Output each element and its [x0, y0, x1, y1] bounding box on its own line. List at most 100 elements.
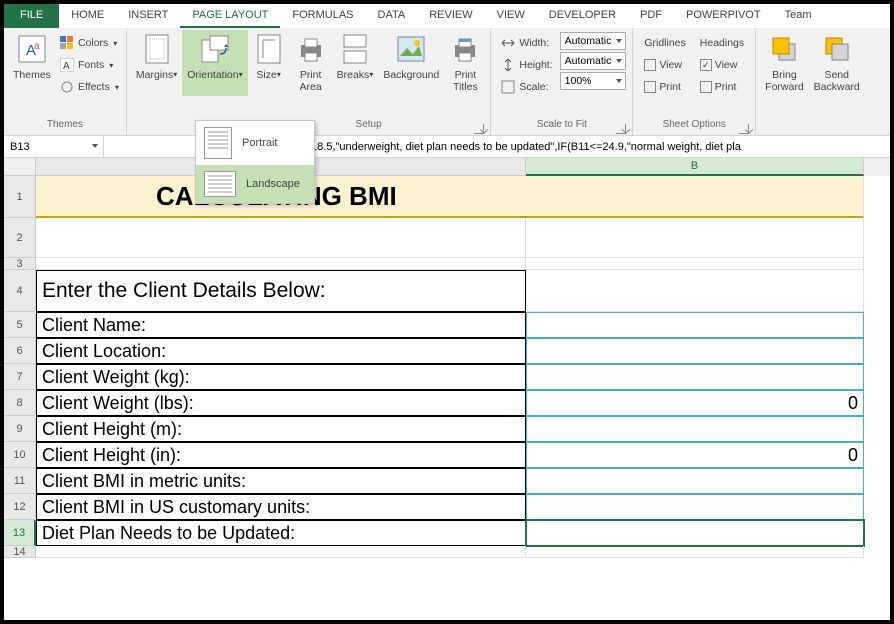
size-button[interactable]: Size▾: [248, 30, 290, 96]
breaks-button[interactable]: Breaks▾: [332, 30, 379, 96]
name-box[interactable]: B13: [4, 136, 104, 157]
orientation-dropdown: Portrait Landscape: [195, 120, 315, 204]
bring-forward-button[interactable]: Bring Forward: [760, 30, 809, 96]
row-header[interactable]: 7: [4, 364, 36, 390]
cell[interactable]: Client Weight (lbs):: [36, 390, 526, 416]
tab-powerpivot[interactable]: POWERPIVOT: [674, 4, 773, 28]
worksheet-grid[interactable]: A B 1CALCULATING BMI234Enter the Client …: [4, 158, 890, 620]
row-header[interactable]: 11: [4, 468, 36, 494]
tab-page-layout[interactable]: PAGE LAYOUT: [180, 4, 280, 28]
cell[interactable]: [526, 546, 864, 558]
cell[interactable]: [526, 258, 864, 270]
column-header-b[interactable]: B: [526, 158, 864, 176]
row-header[interactable]: 12: [4, 494, 36, 520]
row-header[interactable]: 10: [4, 442, 36, 468]
margins-icon: [141, 33, 173, 65]
row-header[interactable]: 1: [4, 176, 36, 218]
cell[interactable]: [526, 270, 864, 312]
height-combo[interactable]: Automatic: [560, 52, 627, 70]
row-header[interactable]: 6: [4, 338, 36, 364]
tab-formulas[interactable]: FORMULAS: [280, 4, 365, 28]
row-header[interactable]: 2: [4, 218, 36, 258]
cell[interactable]: [526, 416, 864, 442]
gridlines-view-checkbox[interactable]: View: [641, 54, 688, 76]
formula-bar: B13 ✕ ✓ fx =IF(B11<18.5,"underweight, di…: [4, 136, 890, 158]
scale-row: Scale:: [497, 76, 555, 98]
checkbox-icon: [644, 59, 656, 71]
cell[interactable]: Diet Plan Needs to be Updated:: [36, 520, 526, 546]
cell[interactable]: [526, 364, 864, 390]
ribbon: Aa Themes Colors▾ AFonts▾ Effects▾ Theme…: [4, 28, 890, 136]
group-themes: Aa Themes Colors▾ AFonts▾ Effects▾ Theme…: [4, 28, 127, 135]
cell[interactable]: [36, 258, 526, 270]
print-area-button[interactable]: Print Area: [290, 30, 332, 96]
background-button[interactable]: Background: [378, 30, 444, 96]
cell[interactable]: Client Height (m):: [36, 416, 526, 442]
scale-launcher[interactable]: [616, 124, 626, 134]
cell[interactable]: [526, 312, 864, 338]
cell[interactable]: [526, 494, 864, 520]
send-backward-button[interactable]: Send Backward: [809, 30, 865, 96]
cell[interactable]: Client BMI in US customary units:: [36, 494, 526, 520]
checkbox-icon: [644, 81, 656, 93]
formula-input[interactable]: =IF(B11<18.5,"underweight, diet plan nee…: [260, 141, 890, 153]
orientation-portrait[interactable]: Portrait: [196, 121, 314, 165]
cell[interactable]: Client BMI in metric units:: [36, 468, 526, 494]
print-titles-button[interactable]: Print Titles: [444, 30, 486, 96]
row-header[interactable]: 14: [4, 546, 36, 558]
cell[interactable]: Client Location:: [36, 338, 526, 364]
select-all-corner[interactable]: [4, 158, 36, 176]
scale-combo[interactable]: 100%: [560, 72, 627, 90]
tab-developer[interactable]: DEVELOPER: [537, 4, 628, 28]
tab-insert[interactable]: INSERT: [116, 4, 180, 28]
headings-view-checkbox[interactable]: ✓View: [697, 54, 747, 76]
cell[interactable]: Enter the Client Details Below:: [36, 270, 526, 312]
cell[interactable]: 0: [526, 390, 864, 416]
cell[interactable]: [36, 218, 526, 258]
themes-button[interactable]: Aa Themes: [8, 30, 56, 96]
page-setup-launcher[interactable]: [474, 124, 484, 134]
sheet-launcher[interactable]: [739, 124, 749, 134]
row-header[interactable]: 13: [4, 520, 36, 546]
row-header[interactable]: 5: [4, 312, 36, 338]
cell[interactable]: Client Height (in):: [36, 442, 526, 468]
tab-home[interactable]: HOME: [59, 4, 116, 28]
effects-button[interactable]: Effects▾: [56, 76, 122, 98]
portrait-icon: [204, 127, 232, 159]
headings-print-checkbox[interactable]: Print: [697, 76, 747, 98]
tab-pdf[interactable]: PDF: [628, 4, 674, 28]
row-header[interactable]: 9: [4, 416, 36, 442]
cell[interactable]: [36, 546, 526, 558]
group-arrange: Bring Forward Send Backward: [756, 28, 869, 135]
gridlines-print-checkbox[interactable]: Print: [641, 76, 688, 98]
colors-button[interactable]: Colors▾: [56, 32, 122, 54]
orientation-landscape[interactable]: Landscape: [196, 165, 314, 203]
print-area-icon: [295, 33, 327, 65]
tab-data[interactable]: DATA: [366, 4, 418, 28]
size-icon: [253, 33, 285, 65]
row-header[interactable]: 3: [4, 258, 36, 270]
cell[interactable]: 0: [526, 442, 864, 468]
orientation-button[interactable]: Orientation▾: [182, 30, 247, 96]
tab-review[interactable]: REVIEW: [417, 4, 484, 28]
fonts-button[interactable]: AFonts▾: [56, 54, 122, 76]
tab-team[interactable]: Team: [773, 4, 824, 28]
cell[interactable]: [526, 338, 864, 364]
tab-view[interactable]: VIEW: [485, 4, 537, 28]
cell[interactable]: Client Name:: [36, 312, 526, 338]
row-header[interactable]: 4: [4, 270, 36, 312]
width-row: Width:: [497, 32, 555, 54]
row-header[interactable]: 8: [4, 390, 36, 416]
bring-forward-icon: [768, 33, 800, 65]
cell[interactable]: CALCULATING BMI: [36, 176, 864, 218]
cell[interactable]: [526, 218, 864, 258]
width-combo[interactable]: Automatic: [560, 32, 627, 50]
group-label-scale: Scale to Fit: [495, 119, 628, 135]
cell[interactable]: Client Weight (kg):: [36, 364, 526, 390]
margins-button[interactable]: Margins▾: [131, 30, 182, 96]
cell[interactable]: [526, 468, 864, 494]
colors-icon: [59, 35, 75, 51]
send-backward-icon: [821, 33, 853, 65]
tab-file[interactable]: FILE: [4, 4, 59, 28]
cell[interactable]: [526, 520, 864, 546]
